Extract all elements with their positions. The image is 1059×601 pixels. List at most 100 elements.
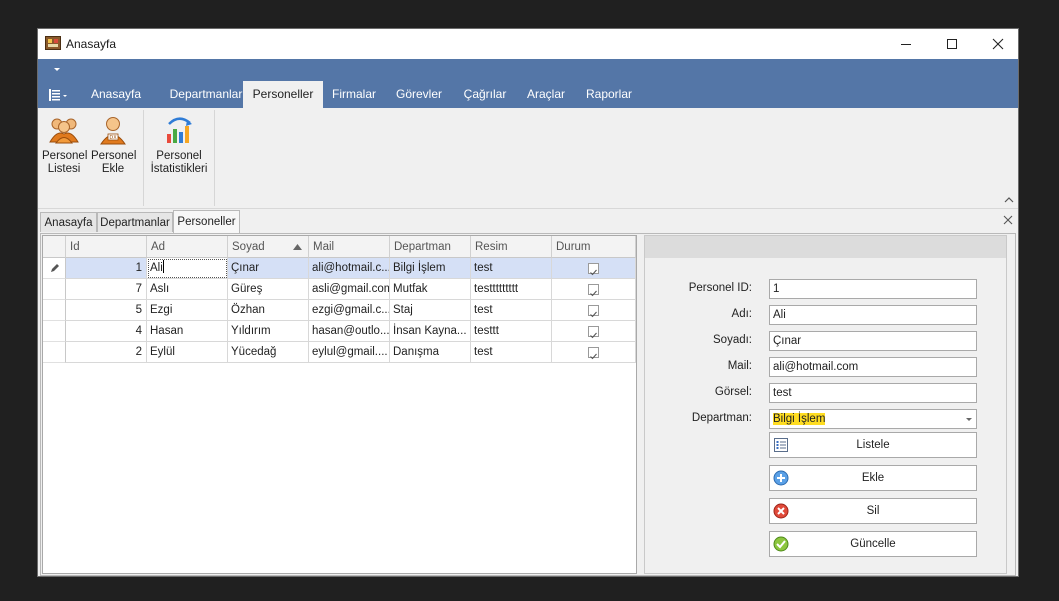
- personel-id-field[interactable]: 1: [769, 279, 977, 299]
- ribbon-tab-anasayfa[interactable]: Anasayfa: [84, 81, 148, 108]
- row-indicator[interactable]: [43, 279, 66, 300]
- cell-durum[interactable]: [552, 279, 636, 300]
- cell-ad[interactable]: Hasan: [147, 321, 228, 342]
- ribbon-panel: Personel Listesi DX Personel Ekle Person…: [38, 108, 1018, 209]
- cell-mail[interactable]: ali@hotmail.c...: [309, 258, 390, 279]
- cell-departman[interactable]: Bilgi İşlem: [390, 258, 471, 279]
- cell-resim[interactable]: testtt: [471, 321, 552, 342]
- cell-resim[interactable]: test: [471, 300, 552, 321]
- listele-button[interactable]: Listele: [769, 432, 977, 458]
- cell-soyad[interactable]: Çınar: [228, 258, 309, 279]
- column-header-id[interactable]: Id: [66, 236, 147, 258]
- quick-access-dropdown-icon[interactable]: [54, 68, 60, 71]
- list-icon: [774, 438, 788, 452]
- cell-departman[interactable]: Mutfak: [390, 279, 471, 300]
- cell-departman[interactable]: Danışma: [390, 342, 471, 363]
- column-header-mail[interactable]: Mail: [309, 236, 390, 258]
- ribbon-tab-araclar[interactable]: Araçlar: [523, 81, 569, 108]
- guncelle-button[interactable]: Güncelle: [769, 531, 977, 557]
- cell-durum[interactable]: [552, 300, 636, 321]
- cell-id[interactable]: 7: [66, 279, 147, 300]
- maximize-button[interactable]: [929, 29, 975, 59]
- ribbon-tab-cagrilar[interactable]: Çağrılar: [459, 81, 511, 108]
- cell-departman[interactable]: İnsan Kayna...: [390, 321, 471, 342]
- minimize-button[interactable]: [883, 29, 929, 59]
- cell-mail[interactable]: asli@gmail.com: [309, 279, 390, 300]
- cell-ad[interactable]: Eylül: [147, 342, 228, 363]
- application-menu-icon[interactable]: [48, 88, 70, 102]
- chevron-down-icon[interactable]: [966, 418, 972, 421]
- ad-field[interactable]: Ali: [769, 305, 977, 325]
- doc-tab-personeller[interactable]: Personeller: [173, 210, 240, 233]
- cell-mail[interactable]: ezgi@gmail.c...: [309, 300, 390, 321]
- ekle-button[interactable]: Ekle: [769, 465, 977, 491]
- column-header-durum[interactable]: Durum: [552, 236, 636, 258]
- durum-checkbox[interactable]: [588, 263, 599, 276]
- ribbon-tab-personeller[interactable]: Personeller: [243, 81, 323, 108]
- check-icon: [590, 332, 597, 339]
- column-header-soyad[interactable]: Soyad: [228, 236, 309, 258]
- column-header-ad[interactable]: Ad: [147, 236, 228, 258]
- check-icon: [590, 290, 597, 297]
- cell-durum[interactable]: [552, 258, 636, 279]
- row-indicator[interactable]: [43, 342, 66, 363]
- cell-soyad[interactable]: Yıldırım: [228, 321, 309, 342]
- gorsel-field[interactable]: test: [769, 383, 977, 403]
- ribbon-tab-gorevler[interactable]: Görevler: [390, 81, 448, 108]
- cell-durum[interactable]: [552, 321, 636, 342]
- cell-resim[interactable]: testtttttttt: [471, 279, 552, 300]
- cell-departman[interactable]: Staj: [390, 300, 471, 321]
- row-indicator-header: [43, 236, 66, 258]
- column-header-departman[interactable]: Departman: [390, 236, 471, 258]
- cell-durum[interactable]: [552, 342, 636, 363]
- personel-istatistikleri-button[interactable]: Personel İstatistikleri: [148, 114, 210, 176]
- main-window: Anasayfa Anasayfa Departmanlar Personell…: [37, 28, 1019, 577]
- ribbon-tab-firmalar[interactable]: Firmalar: [327, 81, 381, 108]
- durum-checkbox[interactable]: [588, 347, 599, 360]
- soyad-field[interactable]: Çınar: [769, 331, 977, 351]
- cell-soyad[interactable]: Güreş: [228, 279, 309, 300]
- cell-id[interactable]: 4: [66, 321, 147, 342]
- close-document-icon[interactable]: [1003, 215, 1013, 225]
- cell-soyad[interactable]: Özhan: [228, 300, 309, 321]
- durum-checkbox[interactable]: [588, 305, 599, 318]
- durum-checkbox[interactable]: [588, 326, 599, 339]
- cell-ad[interactable]: Ali: [147, 258, 228, 279]
- cell-resim[interactable]: test: [471, 342, 552, 363]
- ribbon-tab-raporlar[interactable]: Raporlar: [580, 81, 638, 108]
- close-button[interactable]: [975, 29, 1018, 59]
- sil-button[interactable]: Sil: [769, 498, 977, 524]
- cell-soyad[interactable]: Yücedağ: [228, 342, 309, 363]
- doc-tab-departmanlar[interactable]: Departmanlar: [97, 212, 173, 232]
- column-header-resim[interactable]: Resim: [471, 236, 552, 258]
- durum-checkbox[interactable]: [588, 284, 599, 297]
- personel-ekle-button[interactable]: DX Personel Ekle: [91, 114, 137, 176]
- cell-id[interactable]: 1: [66, 258, 147, 279]
- doc-tab-anasayfa[interactable]: Anasayfa: [40, 212, 97, 232]
- collapse-ribbon-icon[interactable]: [1004, 196, 1014, 204]
- document-tab-strip: Anasayfa Departmanlar Personeller: [38, 209, 1018, 233]
- cell-id[interactable]: 2: [66, 342, 147, 363]
- document-area: Id Ad Soyad Mail Departman Resim Durum 1…: [40, 233, 1016, 576]
- row-indicator[interactable]: [43, 321, 66, 342]
- cell-ad[interactable]: Aslı: [147, 279, 228, 300]
- row-indicator[interactable]: [43, 258, 66, 279]
- cell-resim[interactable]: test: [471, 258, 552, 279]
- ribbon-tab-bar: Anasayfa Departmanlar Personeller Firmal…: [38, 81, 1018, 108]
- cell-ad[interactable]: Ezgi: [147, 300, 228, 321]
- personnel-grid[interactable]: Id Ad Soyad Mail Departman Resim Durum 1…: [42, 235, 637, 574]
- cell-mail[interactable]: hasan@outlo...: [309, 321, 390, 342]
- title-bar: Anasayfa: [38, 29, 1018, 59]
- personel-listesi-button[interactable]: Personel Listesi: [42, 114, 87, 176]
- ribbon-tab-departmanlar[interactable]: Departmanlar: [156, 81, 256, 108]
- listele-label: Listele: [856, 439, 890, 451]
- mail-field[interactable]: ali@hotmail.com: [769, 357, 977, 377]
- departman-combo[interactable]: Bilgi İşlem: [769, 409, 977, 429]
- guncelle-label: Güncelle: [850, 538, 896, 550]
- maximize-icon: [947, 39, 957, 49]
- cell-mail[interactable]: eylul@gmail....: [309, 342, 390, 363]
- row-indicator[interactable]: [43, 300, 66, 321]
- column-header-soyad-label: Soyad: [232, 241, 265, 253]
- personel-ekle-label-1: Personel: [91, 150, 137, 162]
- cell-id[interactable]: 5: [66, 300, 147, 321]
